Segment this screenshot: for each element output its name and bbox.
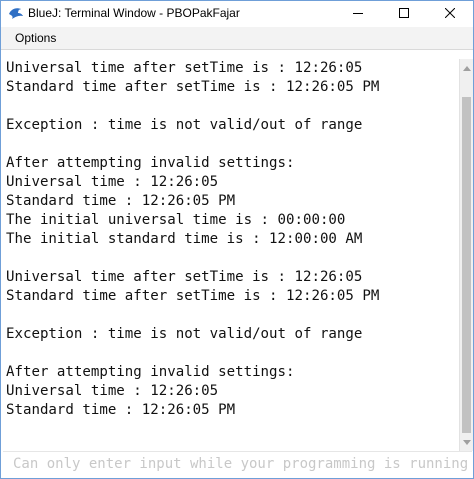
terminal-line: Universal time after setTime is : 12:26:… <box>6 269 363 285</box>
maximize-button[interactable] <box>381 1 427 27</box>
maximize-icon <box>399 5 409 23</box>
terminal-input[interactable] <box>3 452 472 476</box>
scroll-down-arrow-icon[interactable] <box>460 435 473 449</box>
menu-options[interactable]: Options <box>15 31 56 45</box>
terminal-line: After attempting invalid settings: <box>6 155 295 171</box>
terminal-window: BlueJ: Terminal Window - PBOPakFajar Opt… <box>0 0 474 479</box>
scroll-up-arrow-icon[interactable] <box>460 61 473 75</box>
terminal-line: Standard time after setTime is : 12:26:0… <box>6 288 380 304</box>
scroll-thumb[interactable] <box>462 97 471 433</box>
terminal-line: The initial universal time is : 00:00:00 <box>6 212 346 228</box>
terminal-line: Standard time : 12:26:05 PM <box>6 193 236 209</box>
vertical-scrollbar[interactable] <box>459 59 473 451</box>
terminal-line: Exception : time is not valid/out of ran… <box>6 117 363 133</box>
window-title: BlueJ: Terminal Window - PBOPakFajar <box>28 6 240 20</box>
title-bar[interactable]: BlueJ: Terminal Window - PBOPakFajar <box>1 1 473 27</box>
terminal-line: Universal time after setTime is : 12:26:… <box>6 60 363 76</box>
close-icon <box>444 5 456 23</box>
terminal-input-area <box>3 451 472 476</box>
menu-bar: Options <box>1 27 473 50</box>
terminal-line: Universal time : 12:26:05 <box>6 174 219 190</box>
close-button[interactable] <box>427 1 473 27</box>
terminal-line: Exception : time is not valid/out of ran… <box>6 326 363 342</box>
terminal-line: Universal time : 12:26:05 <box>6 383 219 399</box>
terminal-line: Standard time : 12:26:05 PM <box>6 402 236 418</box>
minimize-icon <box>353 5 363 23</box>
terminal-line: After attempting invalid settings: <box>6 364 295 380</box>
terminal-output[interactable]: Universal time after setTime is : 12:26:… <box>3 59 459 445</box>
terminal-line: The initial standard time is : 12:00:00 … <box>6 231 363 247</box>
minimize-button[interactable] <box>335 1 381 27</box>
bluej-bird-icon <box>8 5 24 21</box>
terminal-line: Standard time after setTime is : 12:26:0… <box>6 79 380 95</box>
